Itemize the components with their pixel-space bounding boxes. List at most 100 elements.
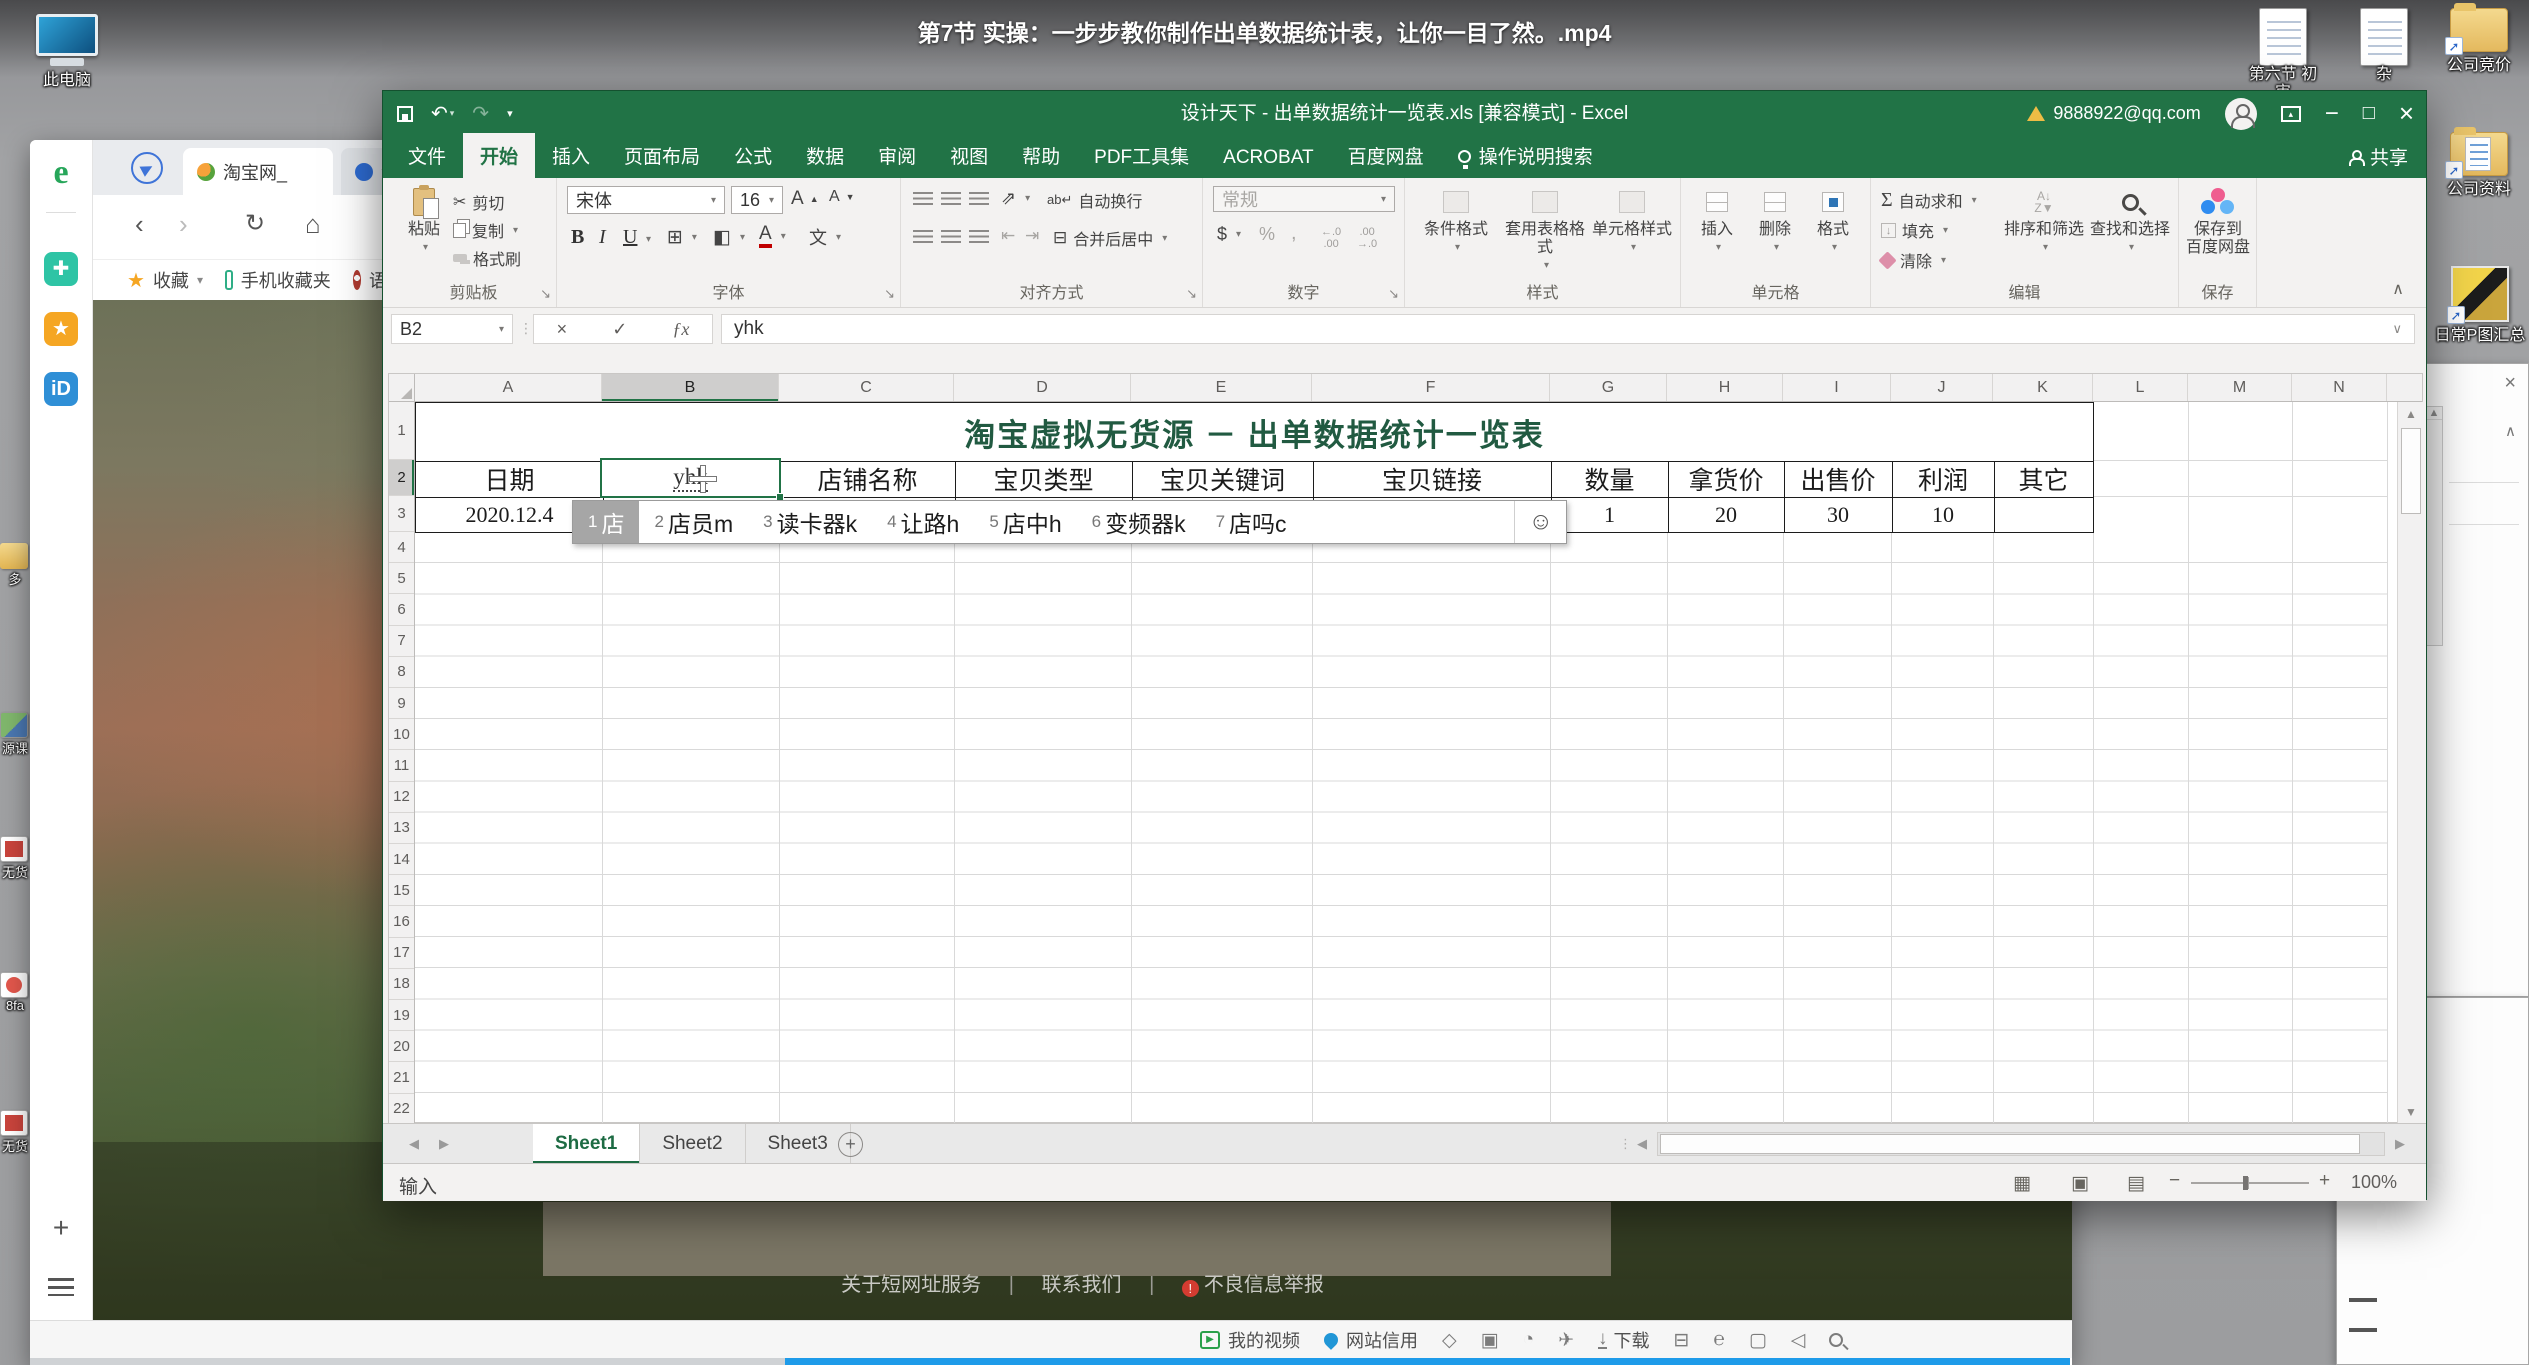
vertical-scrollbar[interactable]: ▲ ▼ (2397, 402, 2424, 1124)
desktop-icon-fragment[interactable]: 无货 (0, 1110, 30, 1155)
column-header[interactable]: N (2292, 374, 2387, 401)
tab-insert[interactable]: 插入 (535, 133, 607, 178)
row-header[interactable]: 20 (389, 1031, 414, 1062)
sound-icon[interactable] (1791, 1329, 1806, 1352)
decrease-decimal-icon[interactable]: .00→.0 (1357, 226, 1377, 250)
save-icon[interactable] (397, 106, 413, 122)
zoom-slider-track[interactable] (2191, 1182, 2309, 1184)
orientation-button[interactable]: ⇗▾ (1001, 188, 1030, 209)
ime-candidate[interactable]: 2店员m (639, 501, 748, 543)
cell-F2[interactable]: 宝贝链接 (1313, 461, 1551, 497)
comma-style-icon[interactable]: , (1291, 222, 1297, 245)
footer-link-contact[interactable]: 联系我们 (1042, 1274, 1122, 1296)
sheet-nav-right-icon[interactable]: ▶ (439, 1124, 449, 1164)
borders-button[interactable]: ⊞▾ (667, 226, 697, 249)
sort-filter-button[interactable]: A↓Z▼ 排序和筛选▾ (2003, 186, 2085, 257)
video-progress-bar[interactable] (785, 1358, 2070, 1365)
italic-button[interactable]: I (599, 226, 606, 249)
bold-button[interactable]: B (571, 226, 584, 249)
dialog-launcher-icon[interactable] (1186, 286, 1197, 302)
ime-candidate[interactable]: 7店吗c (1201, 501, 1302, 543)
row-header[interactable]: 15 (389, 875, 414, 906)
cell-K2[interactable]: 其它 (1994, 461, 2093, 497)
desktop-icon-company-bid[interactable]: ➚ 公司竞价 (2438, 8, 2520, 75)
dialog-launcher-icon[interactable] (1388, 286, 1399, 302)
zoom-slider-thumb[interactable] (2243, 1176, 2248, 1190)
desktop-icon-this-pc[interactable]: 此电脑 (22, 14, 112, 90)
close-icon[interactable]: × (2504, 372, 2516, 395)
my-video-button[interactable]: ▶ 我的视频 (1200, 1327, 1300, 1353)
forward-icon[interactable]: › (179, 209, 188, 240)
tab-file[interactable]: 文件 (391, 133, 463, 178)
cells-area[interactable]: 淘宝虚拟无货源 － 出单数据统计一览表 日期 店铺名称 宝贝类型 宝贝关键词 宝… (415, 402, 2424, 1124)
cell-J3[interactable]: 10 (1892, 497, 1994, 532)
tell-me-search[interactable]: 操作说明搜索 (1441, 133, 1610, 178)
site-credit-button[interactable]: 网站信用 (1324, 1327, 1418, 1353)
number-format-select[interactable]: 常规▾ (1213, 186, 1395, 212)
fill-color-button[interactable]: ◧▾ (713, 226, 745, 249)
insert-cells-button[interactable]: 插入▾ (1691, 186, 1743, 257)
autosum-button[interactable]: Σ自动求和▾ (1881, 188, 1977, 212)
zoom-out-icon[interactable]: − (2169, 1170, 2180, 1192)
row-header[interactable]: 13 (389, 813, 414, 844)
column-header[interactable]: I (1783, 374, 1891, 401)
account-info[interactable]: 9888922@qq.com (2027, 103, 2200, 124)
hscroll-left-icon[interactable]: ◀ (1637, 1124, 1647, 1164)
scroll-up-icon[interactable]: ▲ (2398, 402, 2424, 426)
row-header[interactable]: 4 (389, 532, 414, 563)
ime-emoji-button[interactable]: ☺ (1514, 501, 1566, 543)
add-sheet-button[interactable]: + (838, 1132, 863, 1157)
sheet-nav-left-icon[interactable]: ◀ (409, 1124, 419, 1164)
sheet-tab[interactable]: Sheet1 (533, 1124, 640, 1164)
zoom-level[interactable]: 100% (2351, 1172, 2397, 1193)
row-header[interactable]: 8 (389, 657, 414, 688)
align-middle-icon[interactable] (941, 192, 961, 205)
cell-E2[interactable]: 宝贝关键词 (1132, 461, 1313, 497)
download-button[interactable]: 下载 (1598, 1327, 1650, 1353)
active-cell-B2[interactable]: yhk (600, 458, 781, 498)
font-color-button[interactable]: A▾ (759, 224, 786, 248)
ime-candidate[interactable]: 1店 (573, 501, 639, 543)
name-box[interactable]: B2▾ (391, 314, 513, 344)
clear-button[interactable]: 清除▾ (1881, 248, 1946, 272)
cell-I3[interactable]: 30 (1784, 497, 1892, 532)
column-header[interactable]: J (1891, 374, 1993, 401)
screenshot-icon[interactable] (1481, 1329, 1499, 1352)
column-header[interactable]: E (1131, 374, 1312, 401)
enter-icon[interactable]: ✓ (612, 319, 627, 340)
delete-cells-button[interactable]: 删除▾ (1749, 186, 1801, 257)
tab-data[interactable]: 数据 (789, 133, 861, 178)
cell-A2[interactable]: 日期 (416, 461, 603, 497)
desktop-icon-fragment[interactable]: 8fa (0, 972, 30, 1013)
scrollbar[interactable]: ▲ (2425, 406, 2443, 646)
chevron-up-icon[interactable]: ∧ (2505, 422, 2516, 440)
qat-customize-icon[interactable]: ▾ (507, 107, 513, 120)
browser-logo-icon[interactable]: e (42, 155, 80, 193)
normal-view-icon[interactable]: ▦ (2013, 1172, 2031, 1195)
align-bottom-icon[interactable] (969, 192, 989, 205)
row-header[interactable]: 16 (389, 906, 414, 937)
ime-candidate[interactable]: 6变频器k (1077, 501, 1201, 543)
sheet-tab[interactable]: Sheet3 (746, 1124, 851, 1164)
chevron-down-icon[interactable]: ▾ (197, 273, 203, 287)
column-header[interactable]: H (1667, 374, 1783, 401)
tab-baidu-pan[interactable]: 百度网盘 (1331, 133, 1441, 178)
zoom-in-icon[interactable]: + (2319, 1170, 2330, 1192)
align-right-icon[interactable] (969, 230, 989, 243)
game-mode-icon[interactable] (1673, 1329, 1689, 1352)
tab-view[interactable]: 视图 (933, 133, 1005, 178)
tab-formulas[interactable]: 公式 (717, 133, 789, 178)
desktop-icon-company-docs[interactable]: ➚ 公司资料 (2438, 132, 2520, 199)
refresh-icon[interactable]: ↻ (245, 209, 265, 238)
row-header[interactable]: 12 (389, 782, 414, 813)
tab-page-layout[interactable]: 页面布局 (607, 133, 717, 178)
row-header-active[interactable]: 2 (389, 460, 414, 496)
footer-link-report[interactable]: 不良信息举报 (1204, 1274, 1324, 1296)
column-header[interactable]: F (1312, 374, 1550, 401)
row-header[interactable]: 17 (389, 938, 414, 969)
page-layout-view-icon[interactable]: ▣ (2071, 1172, 2089, 1195)
share-button[interactable]: 共享 (2348, 143, 2408, 170)
cell-G3[interactable]: 1 (1551, 497, 1668, 532)
save-to-baidu-pan-button[interactable]: 保存到百度网盘 (2183, 186, 2253, 257)
sidebar-app-cross-icon[interactable]: ✚ (44, 252, 78, 286)
